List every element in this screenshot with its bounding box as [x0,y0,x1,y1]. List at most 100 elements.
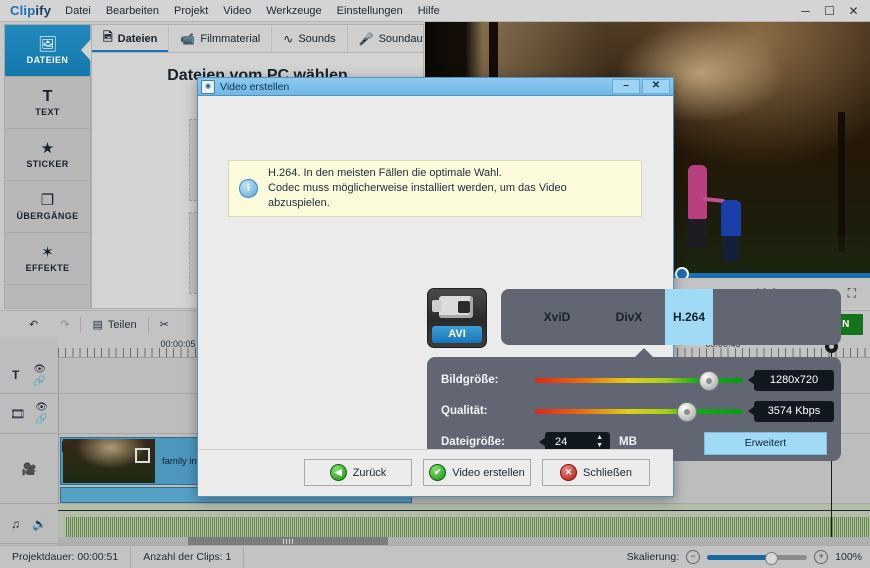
dialog-window-controls: – ✕ [612,79,670,94]
status-bar: Projektdauer: 00:00:51 Anzahl der Clips:… [0,545,870,568]
picture-icon: 🖻 [103,30,113,44]
dialog-close-button[interactable]: ✕ [642,79,670,94]
window-controls: ─ ☐ ✕ [799,0,866,21]
qualitaet-label: Qualität: [441,405,488,417]
eye-icon[interactable]: 👁 [35,402,48,413]
zoom-in-button[interactable]: + [814,550,829,564]
film-reel-icon: ◉ [201,79,215,94]
menu-item-bearbeiten[interactable]: Bearbeiten [106,5,159,17]
sidebar-label-dateien: DATEIEN [26,54,69,65]
link-icon[interactable]: 🔗 [33,376,46,387]
split-button[interactable]: ▤ Teilen [81,312,147,338]
dialog-footer: ◀ Zurück ✔ Video erstellen ✕ Schließen [198,449,673,495]
close-dialog-button[interactable]: ✕ Schließen [542,459,650,486]
clip-count: Anzahl der Clips: 1 [131,546,245,568]
zoom-slider[interactable] [707,551,808,565]
format-card-avi[interactable]: AVI [427,288,487,348]
format-card-label: AVI [432,326,482,343]
output-settings: Bildgröße: 1280x720 Qualität: 3574 Kbps [427,357,841,461]
music-note-icon: ♫ [11,516,20,531]
sidebar-item-effekte[interactable]: ✶ EFFEKTE [5,233,90,285]
dateigroesse-unit: MB [619,436,637,448]
close-icon[interactable]: ✕ [847,4,860,18]
menu-item-einstellungen[interactable]: Einstellungen [337,5,403,17]
scale-label: Skalierung: [626,551,680,563]
tab-sounds-label: Sounds [298,32,336,45]
create-video-dialog-label: Video erstellen [452,466,525,479]
track-header-audio[interactable]: ♫ 🔊 [0,504,58,544]
track-headers: T 👁 🔗 🎞 👁 🔗 🎥 ♫ 🔊 [0,357,59,545]
codec-selector: XviD DivX H.264 [501,289,841,345]
dialog-title-bar: ◉ Video erstellen – ✕ [198,78,673,96]
codec-pointer-arrow [635,348,653,357]
dialog-title: Video erstellen [220,80,290,93]
split-icon: ▤ [92,319,103,331]
eye-icon[interactable]: 👁 [33,364,46,375]
title-bar: Clipify Datei Bearbeiten Projekt Video W… [0,0,870,22]
menu-item-hilfe[interactable]: Hilfe [418,5,440,17]
back-arrow-icon: ◀ [329,464,347,481]
dateigroesse-label: Dateigröße: [441,436,505,448]
zoom-slider-knob[interactable] [765,551,779,565]
image-icon: 🖼 [37,35,58,53]
create-video-dialog-button[interactable]: ✔ Video erstellen [423,459,531,486]
close-circle-icon: ✕ [560,464,578,481]
check-icon: ✔ [429,464,447,481]
sidebar-item-sticker[interactable]: ★ STICKER [5,129,90,181]
audio-waveform[interactable] [58,504,870,537]
stepper-down-icon[interactable]: ▼ [596,442,603,449]
audio-waveform-fill [66,517,870,537]
codec-option-xvid[interactable]: XviD [521,289,593,345]
track-header-overlay[interactable]: 🎞 👁 🔗 [0,394,58,434]
back-button[interactable]: ◀ Zurück [304,459,412,486]
menu-item-projekt[interactable]: Projekt [174,5,208,17]
tab-dateien-label: Dateien [117,32,158,45]
sidebar-item-text[interactable]: T TEXT [5,77,90,129]
redo-button[interactable]: ↷ [49,312,80,338]
link-icon[interactable]: 🔗 [35,414,48,425]
stepper-arrows[interactable]: ▲ ▼ [596,434,603,449]
undo-button[interactable]: ↶ [18,312,49,338]
minimize-icon[interactable]: ─ [799,4,812,18]
stepper-up-icon[interactable]: ▲ [596,434,603,441]
close-dialog-label: Schließen [583,466,632,479]
qualitaet-slider-knob[interactable] [677,402,697,422]
scissors-button[interactable]: ✂ [149,312,180,338]
codec-info-line2: Codec muss möglicherweise installiert we… [268,182,567,209]
menu-item-datei[interactable]: Datei [65,5,91,17]
tab-sounds[interactable]: ∿ Sounds [272,25,348,52]
tab-soundaufnahme[interactable]: 🎤 Soundaufnahme [348,26,423,52]
dialog-minimize-button[interactable]: – [612,79,640,94]
fullscreen-icon[interactable]: ⛶ [848,286,856,301]
star-icon: ★ [40,139,55,157]
clipify-window: Clipify Datei Bearbeiten Projekt Video W… [0,0,870,568]
track-header-video[interactable]: 🎥 [0,434,58,504]
zoom-out-button[interactable]: − [686,550,701,564]
qualitaet-slider[interactable] [535,402,743,422]
back-button-label: Zurück [352,466,387,479]
track-audio[interactable] [58,504,870,538]
tab-filmmaterial[interactable]: 📹 Filmmaterial [169,25,273,52]
sidebar-item-uebergaenge[interactable]: ❐ ÜBERGÄNGE [5,181,90,233]
qualitaet-slider-track [535,409,743,414]
setting-row-bildgroesse: Bildgröße: 1280x720 [427,365,841,395]
maximize-icon[interactable]: ☐ [823,4,836,18]
advanced-button[interactable]: Erweitert [704,432,827,455]
codec-option-divx[interactable]: DivX [593,289,665,345]
dateigroesse-value: 24 [555,436,568,448]
brand-prefix: Clip [10,3,36,18]
crop-icon [135,448,150,463]
menu-item-werkzeuge[interactable]: Werkzeuge [266,5,321,17]
tree-trunk [838,112,845,252]
tab-dateien[interactable]: 🖻 Dateien [92,25,170,52]
bildgroesse-slider[interactable] [535,371,743,391]
codec-info-box: i H.264. In den meisten Fällen die optim… [228,160,642,217]
speaker-icon[interactable]: 🔊 [32,517,47,531]
menu-item-video[interactable]: Video [223,5,251,17]
brand-suffix: ify [35,3,52,18]
bildgroesse-slider-knob[interactable] [699,371,719,391]
sidebar-label-uebergaenge: ÜBERGÄNGE [16,210,79,221]
codec-option-h264[interactable]: H.264 [665,289,713,345]
track-header-text[interactable]: T 👁 🔗 [0,357,58,394]
sidebar-item-dateien[interactable]: 🖼 DATEIEN [5,25,91,77]
